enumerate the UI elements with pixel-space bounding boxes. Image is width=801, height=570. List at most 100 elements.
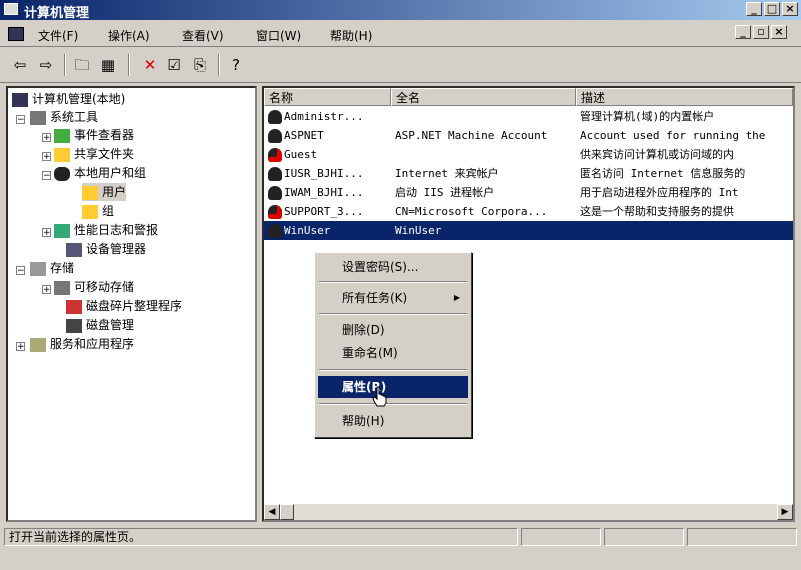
toolbar: ⇦ ⇨ 🗀 ▦ ✕ ☑ ⎘ ? [0, 48, 801, 83]
table-row[interactable]: Administr... 管理计算机(域)的内置帐户 [264, 107, 793, 126]
back-icon[interactable]: ⇦ [10, 55, 30, 75]
status-bar: 打开当前选择的属性页。 [0, 525, 801, 549]
list-header: 名称 全名 描述 [264, 88, 793, 106]
folder-icon [54, 147, 70, 162]
user-description-cell: Account used for running the [580, 129, 766, 142]
menu-action[interactable]: 操作(A) [108, 27, 150, 44]
expand-icon[interactable]: + [42, 228, 51, 238]
tree-disk-management[interactable]: 磁盘管理 [66, 316, 134, 334]
mdi-minimize-button[interactable]: _ [735, 25, 751, 39]
scroll-left-button[interactable]: ◀ [264, 504, 280, 520]
computer-management-window: 计算机管理 _ □ × 文件(F) 操作(A) 查看(V) 窗口(W) 帮助(H… [0, 0, 801, 570]
tree-local-users-groups[interactable]: 本地用户和组 [54, 164, 146, 182]
user-fullname-cell: 启动 IIS 进程帐户 [395, 186, 495, 199]
user-icon [268, 110, 282, 124]
performance-icon [54, 223, 70, 238]
user-name-cell: IWAM_BJHI... [268, 183, 388, 202]
table-row[interactable]: WinUser WinUser [264, 221, 793, 240]
help-icon[interactable]: ? [226, 55, 246, 75]
user-fullname-cell: CN=Microsoft Corpora... [395, 205, 548, 218]
tree-root[interactable]: 计算机管理(本地) [12, 90, 125, 108]
title-bar[interactable]: 计算机管理 _ □ × [0, 0, 801, 21]
tree-removable-storage[interactable]: 可移动存储 [54, 278, 134, 296]
user-icon [268, 186, 282, 200]
menu-help[interactable]: 帮助(H) [318, 410, 468, 432]
disabled-user-icon [268, 148, 282, 162]
properties-icon[interactable]: ☑ [164, 55, 184, 75]
column-name-header[interactable]: 名称 [264, 88, 391, 106]
expand-icon[interactable]: + [42, 285, 51, 295]
scroll-right-button[interactable]: ▶ [777, 504, 793, 520]
menu-rename[interactable]: 重命名(M) [318, 342, 468, 364]
table-row[interactable]: SUPPORT_3... CN=Microsoft Corpora... 这是一个帮… [264, 202, 793, 221]
removable-storage-icon [54, 280, 70, 295]
user-description-cell: 供来宾访问计算机或访问域的内 [580, 148, 734, 161]
menu-delete[interactable]: 删除(D) [318, 319, 468, 341]
user-icon [268, 129, 282, 143]
expand-icon[interactable]: + [42, 152, 51, 162]
menu-window[interactable]: 窗口(W) [256, 27, 301, 44]
column-fullname-header[interactable]: 全名 [391, 88, 576, 106]
tree-users[interactable]: 用户 [82, 183, 127, 201]
collapse-icon[interactable]: − [16, 266, 25, 276]
folder-icon [82, 204, 98, 219]
disk-management-icon [66, 318, 82, 333]
expand-icon[interactable]: + [42, 133, 51, 143]
defrag-icon [66, 299, 82, 314]
user-fullname-cell: ASP.NET Machine Account [395, 129, 548, 142]
tree-groups[interactable]: 组 [82, 202, 114, 220]
user-name-cell: Administr... [268, 107, 388, 126]
table-row[interactable]: IWAM_BJHI... 启动 IIS 进程帐户 用于启动进程外应用程序的 Int [264, 183, 793, 202]
menu-all-tasks[interactable]: 所有任务(K) ▶ [318, 287, 468, 309]
forward-icon[interactable]: ⇨ [36, 55, 56, 75]
submenu-arrow-icon: ▶ [453, 293, 460, 302]
minimize-button[interactable]: _ [746, 2, 762, 16]
table-row[interactable]: Guest 供来宾访问计算机或访问域的内 [264, 145, 793, 164]
tree-device-manager[interactable]: 设备管理器 [66, 240, 146, 258]
user-fullname-cell: WinUser [395, 224, 442, 237]
horizontal-scrollbar[interactable]: ◀ ▶ [264, 504, 793, 520]
status-pane [604, 528, 684, 546]
menu-properties[interactable]: 属性(R) [318, 376, 468, 398]
menu-bar: 文件(F) 操作(A) 查看(V) 窗口(W) 帮助(H) _ ▫ × [0, 22, 801, 47]
context-menu: 设置密码(S)... 所有任务(K) ▶ 删除(D) 重命名(M) 属性(R) 帮… [314, 252, 472, 438]
tree-defrag[interactable]: 磁盘碎片整理程序 [66, 297, 182, 315]
user-name-cell: SUPPORT_3... [268, 202, 388, 221]
collapse-icon[interactable]: − [16, 115, 25, 125]
mdi-close-button[interactable]: × [771, 25, 787, 39]
user-description-cell: 用于启动进程外应用程序的 Int [580, 186, 739, 199]
tree-storage[interactable]: 存储 [30, 259, 74, 277]
collapse-icon[interactable]: − [42, 171, 51, 181]
status-pane [687, 528, 797, 546]
menu-help[interactable]: 帮助(H) [330, 27, 372, 44]
expand-icon[interactable]: + [16, 342, 25, 352]
mdi-restore-button[interactable]: ▫ [753, 25, 769, 39]
scroll-thumb[interactable] [280, 504, 294, 520]
table-row[interactable]: IUSR_BJHI... Internet 来宾帐户 匿名访问 Internet 信… [264, 164, 793, 183]
services-icon [30, 337, 46, 352]
menu-set-password[interactable]: 设置密码(S)... [318, 256, 468, 278]
maximize-button[interactable]: □ [764, 2, 780, 16]
delete-icon[interactable]: ✕ [140, 55, 160, 75]
user-name-cell: ASPNET [268, 126, 388, 145]
up-folder-icon[interactable]: 🗀 [72, 55, 92, 75]
menu-view[interactable]: 查看(V) [182, 27, 224, 44]
status-pane [521, 528, 601, 546]
status-text: 打开当前选择的属性页。 [4, 528, 518, 546]
menu-file[interactable]: 文件(F) [38, 27, 78, 44]
table-row[interactable]: ASPNET ASP.NET Machine Account Account use… [264, 126, 793, 145]
tree-perf-logs[interactable]: 性能日志和警报 [54, 221, 158, 239]
user-name-cell: Guest [268, 145, 388, 164]
close-button[interactable]: × [782, 2, 798, 16]
export-icon[interactable]: ⎘ [190, 55, 210, 75]
user-description-cell: 匿名访问 Internet 信息服务的 [580, 167, 746, 180]
tree-services-apps[interactable]: 服务和应用程序 [30, 335, 134, 353]
user-icon [268, 224, 282, 238]
column-description-header[interactable]: 描述 [576, 88, 793, 106]
hand-cursor-icon [372, 386, 387, 407]
mdi-window-icon[interactable] [8, 27, 24, 41]
tree-system-tools[interactable]: 系统工具 [30, 108, 98, 126]
tree-shared-folders[interactable]: 共享文件夹 [54, 145, 134, 163]
show-tree-icon[interactable]: ▦ [98, 55, 118, 75]
tree-event-viewer[interactable]: 事件查看器 [54, 126, 134, 144]
